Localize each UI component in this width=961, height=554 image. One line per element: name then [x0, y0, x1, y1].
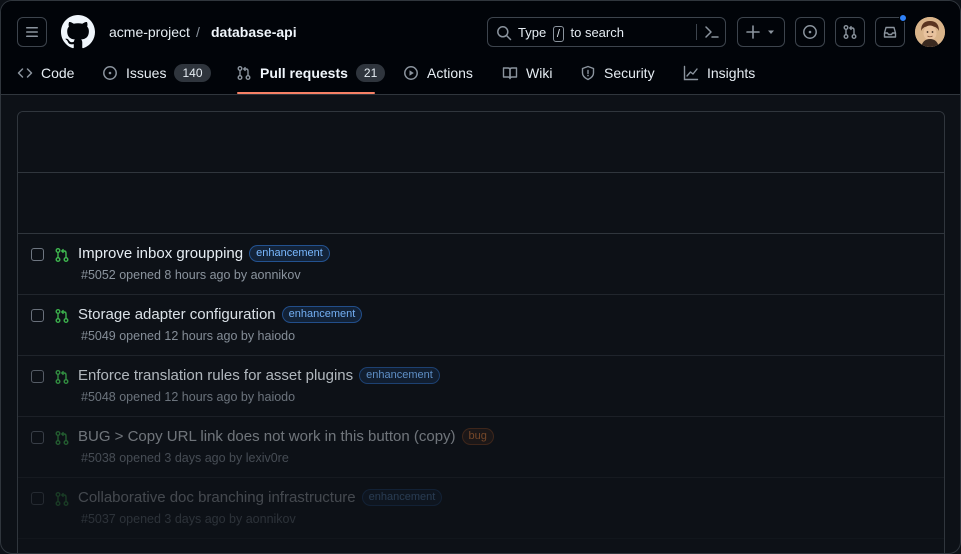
- breadcrumb-owner[interactable]: acme-project: [109, 24, 190, 40]
- title-text: Improve inbox groupping: [78, 245, 244, 262]
- graph-icon: [683, 65, 699, 81]
- command-palette-icon[interactable]: [704, 24, 720, 40]
- pull-requests-count-badge: 21: [355, 64, 386, 82]
- search-input[interactable]: Type / to search: [487, 17, 726, 47]
- tab-label: Pull requests: [260, 65, 348, 81]
- pull-request-meta: #5052 opened 8 hours ago by aonnikov: [81, 268, 301, 282]
- pull-request-open-icon: [55, 370, 69, 384]
- search-shortcut-key: /: [552, 26, 564, 42]
- pull-request-open-icon: [55, 248, 69, 262]
- tab-actions[interactable]: Actions: [403, 63, 473, 83]
- tab-security[interactable]: Security: [580, 63, 655, 83]
- label-badge[interactable]: enhancement: [281, 306, 363, 323]
- pull-request-meta: #5038 opened 3 days ago by lexiv0re: [81, 451, 289, 465]
- pull-request-meta: #5048 opened 12 hours ago by haiodo: [81, 390, 296, 404]
- git-pull-request-icon: [843, 25, 857, 39]
- inbox-icon: [883, 26, 897, 38]
- repo-header: acme-project / database-api Type / to se…: [1, 1, 960, 95]
- pull-request-meta: #5049 opened 12 hours ago by haiodo: [81, 329, 296, 343]
- play-icon: [404, 66, 418, 80]
- search-placeholder: Type / to search: [518, 25, 624, 42]
- select-checkbox[interactable]: [31, 492, 44, 505]
- tab-code[interactable]: Code: [17, 63, 74, 83]
- tab-label: Wiki: [526, 65, 553, 81]
- issues-button[interactable]: [795, 17, 825, 47]
- list-item: Enforce translation rules for asset plug…: [18, 356, 944, 417]
- user-avatar-icon: [915, 17, 945, 47]
- pull-request-title[interactable]: BUG > Copy URL link does not work in thi…: [78, 428, 494, 445]
- breadcrumb-repo[interactable]: database-api: [211, 24, 297, 40]
- tab-label: Code: [41, 65, 75, 81]
- selected-tab-indicator: [237, 92, 375, 94]
- list-item: BUG > Copy URL link does not work in thi…: [18, 417, 944, 478]
- tab-wiki[interactable]: Wiki: [502, 63, 552, 83]
- title-text: Enforce translation rules for asset plug…: [78, 367, 354, 384]
- tab-label: Insights: [707, 65, 756, 81]
- issue-opened-icon: [803, 25, 817, 39]
- tab-label: Actions: [427, 65, 473, 81]
- select-checkbox[interactable]: [31, 309, 44, 322]
- label-badge[interactable]: bug: [461, 428, 494, 445]
- app-window: acme-project / database-api Type / to se…: [0, 0, 961, 554]
- list-item: Improve inbox groupping enhancement #5052…: [18, 234, 944, 295]
- search-prefix: Type: [518, 25, 547, 40]
- pull-request-meta: #5037 opened 3 days ago by aonnikov: [81, 512, 296, 526]
- create-new-button[interactable]: [737, 17, 785, 47]
- select-checkbox[interactable]: [31, 248, 44, 261]
- search-divider: [696, 24, 697, 40]
- shield-icon: [581, 65, 595, 81]
- book-icon: [502, 67, 518, 80]
- pull-request-icon: [237, 66, 251, 80]
- tab-issues[interactable]: Issues 140: [102, 63, 211, 83]
- tab-pull-requests[interactable]: Pull requests 21: [236, 63, 386, 83]
- issue-icon: [103, 66, 117, 80]
- label-badge[interactable]: enhancement: [249, 245, 330, 262]
- title-text: BUG > Copy URL link does not work in thi…: [78, 428, 456, 445]
- hamburger-icon: [26, 27, 38, 37]
- select-checkbox[interactable]: [31, 431, 44, 444]
- tab-label: Security: [604, 65, 655, 81]
- pull-request-title[interactable]: Storage adapter configuration enhancement: [78, 306, 363, 323]
- pull-request-title[interactable]: Improve inbox groupping enhancement: [78, 245, 330, 262]
- list-toolbar-placeholder: [18, 112, 944, 173]
- issues-count-badge: 140: [174, 64, 211, 82]
- list-header-placeholder: [18, 173, 944, 234]
- label-badge[interactable]: enhancement: [359, 367, 440, 384]
- list-item: Storage adapter configuration enhancement…: [18, 295, 944, 356]
- avatar[interactable]: [915, 17, 945, 47]
- select-checkbox[interactable]: [31, 370, 44, 383]
- pull-requests-button[interactable]: [835, 17, 865, 47]
- menu-button[interactable]: [17, 17, 47, 47]
- title-text: Collaborative doc branching infrastructu…: [78, 489, 356, 506]
- tab-insights[interactable]: Insights: [683, 63, 755, 83]
- search-suffix: to search: [570, 25, 624, 40]
- github-logo-icon[interactable]: [61, 15, 95, 49]
- plus-icon: [746, 25, 760, 39]
- pull-request-list: Improve inbox groupping enhancement #5052…: [17, 111, 945, 553]
- label-badge[interactable]: enhancement: [361, 489, 443, 506]
- pull-request-title[interactable]: Enforce translation rules for asset plug…: [78, 367, 440, 384]
- pull-request-open-icon: [55, 492, 69, 506]
- notification-indicator: [899, 14, 907, 22]
- code-icon: [17, 68, 33, 78]
- pull-request-title[interactable]: Collaborative doc branching infrastructu…: [78, 489, 443, 506]
- list-item: Collaborative doc branching infrastructu…: [18, 478, 944, 539]
- pull-request-open-icon: [55, 309, 69, 323]
- search-icon: [497, 26, 512, 41]
- title-text: Storage adapter configuration: [78, 306, 276, 323]
- tab-label: Issues: [126, 65, 167, 81]
- breadcrumb-separator: /: [196, 24, 200, 40]
- triangle-down-icon: [768, 30, 774, 34]
- pull-request-open-icon: [55, 431, 69, 445]
